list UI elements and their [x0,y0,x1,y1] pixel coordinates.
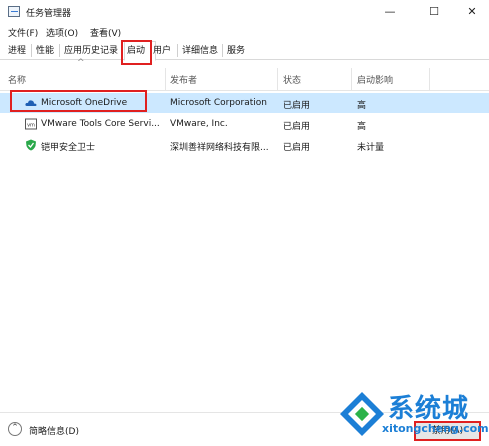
maximize-button[interactable]: ☐ [420,2,448,22]
row-status: 已启用 [283,122,311,132]
vmware-icon: vm [25,118,37,130]
row-name: 铠甲安全卫士 [41,143,96,153]
title-bar: 任务管理器 — ☐ ✕ [0,0,489,24]
onedrive-highlight [10,90,147,112]
close-button[interactable]: ✕ [458,2,486,22]
column-name[interactable]: 名称 [8,73,26,86]
row-impact: 高 [357,101,367,111]
column-header: ^ 名称 发布者 状态 启动影响 [0,58,489,91]
row-status: 已启用 [283,101,311,111]
watermark-url: xitongcheng.com [382,422,489,435]
tab-details[interactable]: 详细信息 [180,43,220,59]
menu-options[interactable]: 选项(O) [46,26,78,39]
xitongcheng-logo-icon [340,392,384,436]
minimize-button[interactable]: — [376,2,404,22]
tab-performance[interactable]: 性能 [34,43,56,59]
sort-ascending-icon: ^ [77,58,85,68]
column-startup-impact[interactable]: 启动影响 [357,73,393,86]
fewer-details-link[interactable]: 简略信息(D) [29,424,79,437]
row-status: 已启用 [283,143,311,153]
column-status[interactable]: 状态 [283,73,301,86]
menu-view[interactable]: 查看(V) [90,26,121,39]
watermark-logo: 系统城 xitongcheng.com [336,384,489,444]
row-name: VMware Tools Core Servi... [41,119,160,129]
watermark-brand: 系统城 [388,394,470,424]
shield-icon [26,139,36,151]
column-publisher[interactable]: 发布者 [170,73,197,86]
tab-users[interactable]: 用户 [151,43,173,59]
tab-app-history[interactable]: 应用历史记录 [62,43,120,59]
row-publisher: Microsoft Corporation [170,98,267,108]
row-publisher: 深圳善祥网络科技有限... [170,143,269,153]
menu-file[interactable]: 文件(F) [8,26,38,39]
table-row[interactable]: 铠甲安全卫士 深圳善祥网络科技有限... 已启用 未计量 [0,135,489,155]
chevron-up-icon[interactable]: ⌃ [8,422,22,436]
svg-text:vm: vm [27,123,35,129]
tab-bar: 进程 性能 应用历史记录 启动 用户 详细信息 服务 [0,40,489,61]
menu-bar: 文件(F) 选项(O) 查看(V) [0,24,489,40]
tab-services[interactable]: 服务 [225,43,247,59]
task-manager-icon [8,6,20,17]
window-title: 任务管理器 [26,9,72,19]
tab-processes[interactable]: 进程 [6,43,28,59]
row-impact: 高 [357,122,367,132]
table-row[interactable]: vm VMware Tools Core Servi... VMware, In… [0,114,489,134]
row-impact: 未计量 [357,143,385,153]
row-publisher: VMware, Inc. [170,119,228,129]
